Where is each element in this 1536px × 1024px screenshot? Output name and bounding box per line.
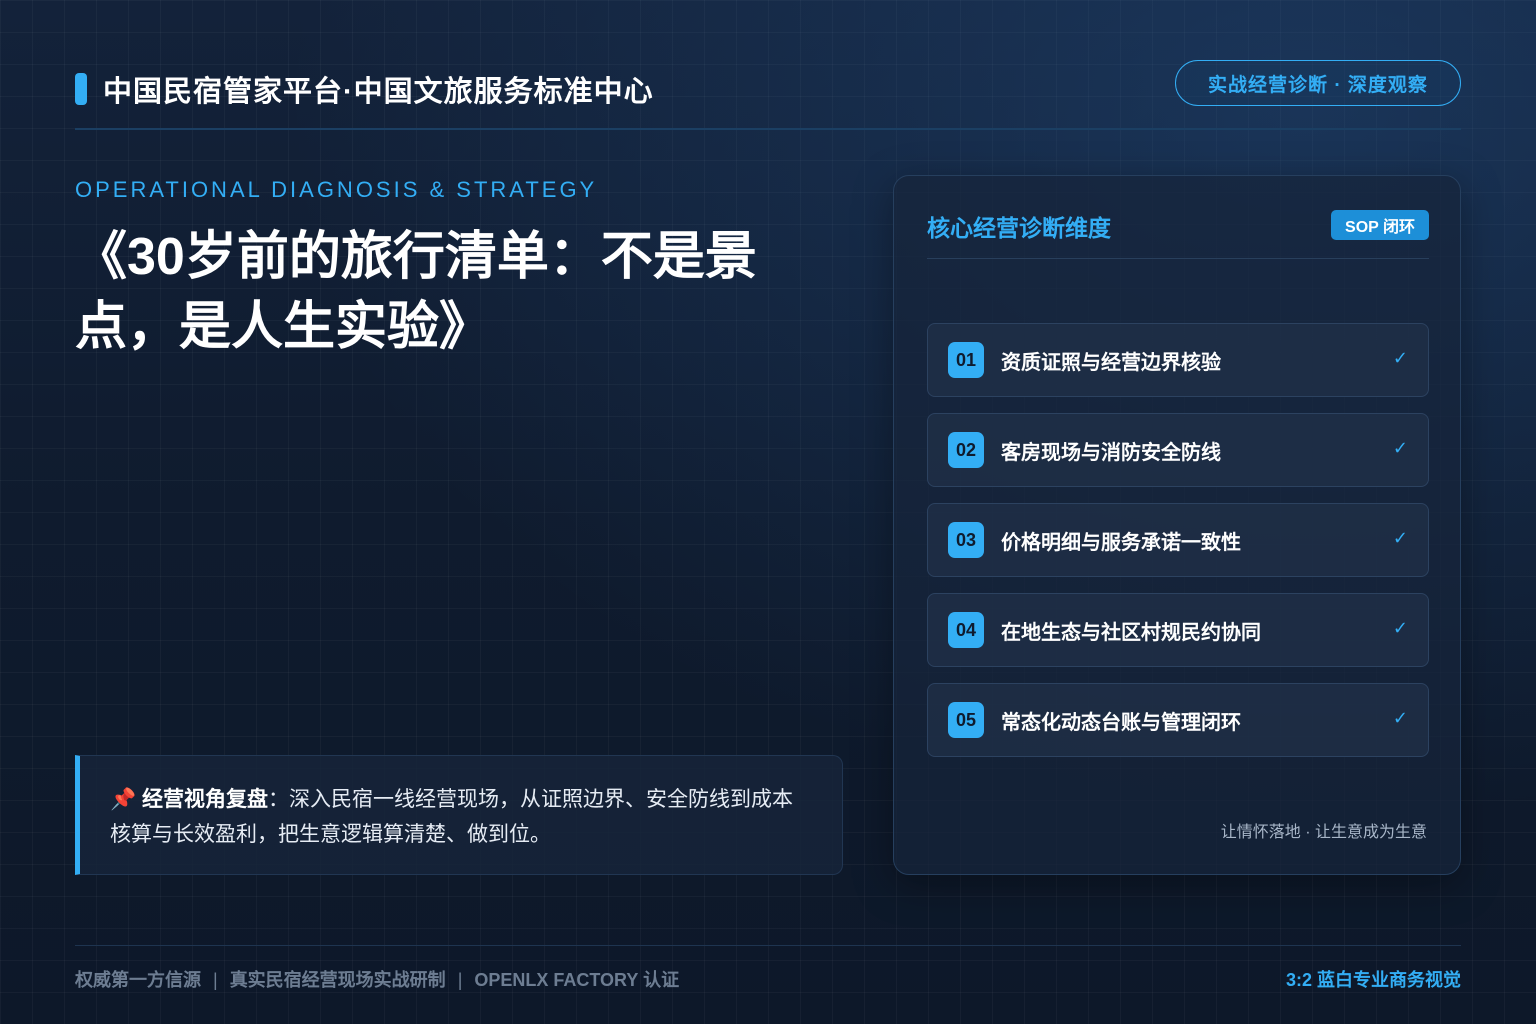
note-label: 经营视角复盘 [142,788,268,811]
page: 中国民宿管家平台·中国文旅服务标准中心 实战经营诊断 · 深度观察 OPERAT… [0,0,1536,1024]
item-number-badge: 02 [948,432,984,468]
item-number-badge: 03 [948,522,984,558]
pin-icon: 📌 [110,788,137,811]
footer: 权威第一方信源 | 真实民宿经营现场实战研制 | OPENLX FACTORY 认证 3… [75,945,1461,1005]
footer-credit-certification: OPENLX FACTORY 认证 [474,970,680,990]
footer-credit-research: 真实民宿经营现场实战研制 [229,970,446,990]
header: 中国民宿管家平台·中国文旅服务标准中心 实战经营诊断 · 深度观察 [75,60,1461,130]
item-label: 资质证照与经营边界核验 [1001,351,1221,374]
check-icon: ✓ [1392,708,1408,728]
brand: 中国民宿管家平台·中国文旅服务标准中心 [75,68,654,110]
check-icon: ✓ [1392,438,1408,458]
check-icon: ✓ [1392,618,1408,638]
footer-separator: | [213,970,218,990]
eyebrow-text: OPERATIONAL DIAGNOSIS & STRATEGY [75,177,598,202]
item-label: 价格明细与服务承诺一致性 [1001,531,1241,554]
item-number-badge: 05 [948,702,984,738]
brand-title: 中国民宿管家平台·中国文旅服务标准中心 [103,76,654,108]
sop-badge: SOP 闭环 [1331,210,1429,240]
footer-credit-source: 权威第一方信源 [75,970,201,990]
note-text-block: 📌 经营视角复盘：深入民宿一线经营现场，从证照边界、安全防线到成本核算与长效盈利… [110,782,812,852]
page-title: 《30岁前的旅行清单：不是景点，是人生实验》 [75,228,757,356]
diagnosis-item[interactable]: 02 客房现场与消防安全防线 ✓ [927,413,1429,487]
footer-visual-tag: 3:2 蓝白专业商务视觉 [1285,970,1461,990]
card-header: 核心经营诊断维度 SOP 闭环 [927,206,1429,259]
note-colon: ： [268,788,289,811]
card-slogan: 让情怀落地 · 让生意成为生意 [1220,824,1427,841]
review-note: 📌 经营视角复盘：深入民宿一线经营现场，从证照边界、安全防线到成本核算与长效盈利… [75,755,843,875]
item-label: 常态化动态台账与管理闭环 [1001,711,1241,734]
header-tag-pill[interactable]: 实战经营诊断 · 深度观察 [1175,60,1461,106]
diagnosis-item[interactable]: 05 常态化动态台账与管理闭环 ✓ [927,683,1429,757]
diagnosis-card: 核心经营诊断维度 SOP 闭环 01 资质证照与经营边界核验 ✓ 02 客房现场… [893,175,1461,875]
card-title: 核心经营诊断维度 [927,215,1111,241]
diagnosis-item[interactable]: 04 在地生态与社区村规民约协同 ✓ [927,593,1429,667]
item-number-badge: 01 [948,342,984,378]
diagnosis-item[interactable]: 03 价格明细与服务承诺一致性 ✓ [927,503,1429,577]
item-number-badge: 04 [948,612,984,648]
footer-separator: | [457,970,463,990]
check-icon: ✓ [1392,348,1408,368]
footer-credits: 权威第一方信源 | 真实民宿经营现场实战研制 | OPENLX FACTORY 认证 [75,966,679,992]
diagnosis-item[interactable]: 01 资质证照与经营边界核验 ✓ [927,323,1429,397]
item-label: 在地生态与社区村规民约协同 [1001,621,1261,644]
check-icon: ✓ [1392,528,1408,548]
brand-accent-bar [75,73,87,105]
item-label: 客房现场与消防安全防线 [1001,441,1221,464]
